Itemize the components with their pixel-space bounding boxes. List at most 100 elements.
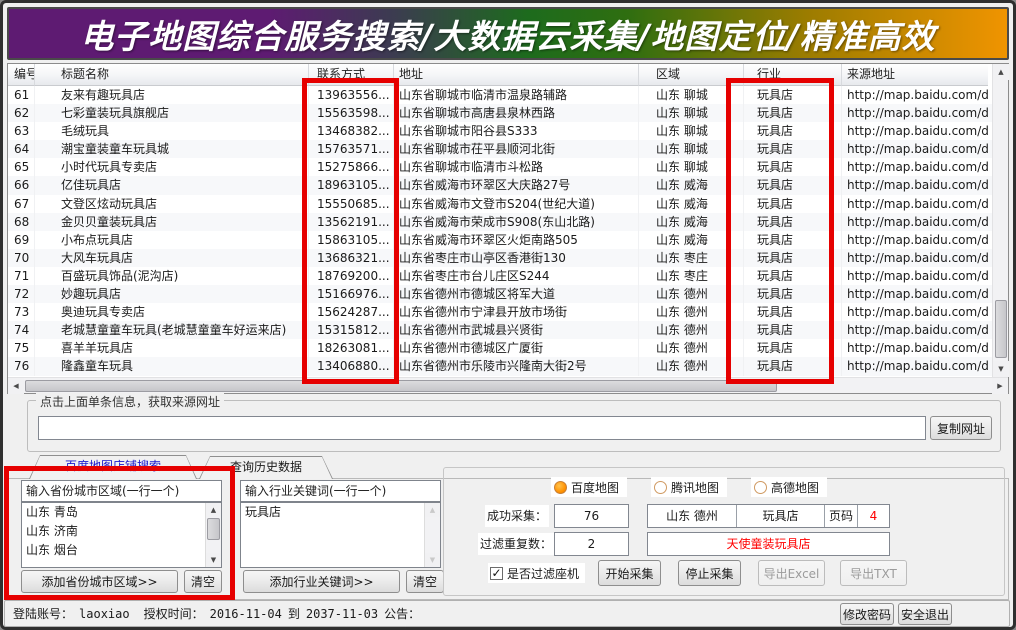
table-header: 编号标题名称联系方式地址区域行业来源地址: [8, 64, 992, 86]
table-cell: 文登区炫动玩具店: [35, 195, 309, 213]
table-cell: 山东省威海市荣成市S908(东山北路): [394, 213, 639, 231]
app-title: 电子地图综合服务搜索/大数据云采集/地图定位/精准高效: [80, 10, 935, 58]
map-option-1[interactable]: 腾讯地图: [651, 477, 727, 497]
table-cell: http://map.baidu.com/de: [842, 249, 988, 267]
notice-label: 公告：: [384, 605, 420, 622]
auth-label: 授权时间：: [144, 605, 204, 622]
tab-baidu-shop-search[interactable]: 百度地图店铺搜索: [29, 455, 197, 479]
clear-keyword-button[interactable]: 清空: [406, 570, 444, 593]
results-table: 编号标题名称联系方式地址区域行业来源地址 61友来有趣玩具店13963556..…: [7, 63, 1009, 394]
table-cell: http://map.baidu.com/de: [842, 303, 988, 321]
add-region-button[interactable]: 添加省份城市区域>>: [21, 570, 178, 593]
table-row[interactable]: 63毛绒玩具13468382...山东省聊城市阳谷县S333山东 聊城玩具店ht…: [8, 122, 992, 140]
radio-unselected-icon: [654, 481, 667, 494]
table-row[interactable]: 65小时代玩具专卖店15275866...山东省聊城市临清市斗松路山东 聊城玩具…: [8, 158, 992, 176]
table-cell: 潮宝童装童车玩具城: [35, 140, 309, 158]
table-cell: 18769200...: [309, 267, 394, 285]
start-collect-button[interactable]: 开始采集: [598, 560, 661, 586]
add-keyword-button[interactable]: 添加行业关键词>>: [243, 570, 400, 593]
tab-query-history[interactable]: 查询历史数据: [199, 456, 333, 479]
table-row[interactable]: 67文登区炫动玩具店15550685...山东省威海市文登市S204(世纪大道)…: [8, 195, 992, 213]
table-cell: 玩具店: [744, 213, 842, 231]
table-row[interactable]: 71百盛玩具饰品(泥沟店)18769200...山东省枣庄市台儿庄区S244山东…: [8, 267, 992, 285]
collected-label: 成功采集：: [485, 505, 549, 527]
table-row[interactable]: 72妙趣玩具店15166976...山东省德州市德城区将军大道山东 德州玩具店h…: [8, 285, 992, 303]
scroll-down-icon[interactable]: ▼: [993, 361, 1009, 377]
scroll-up-icon[interactable]: ▲: [993, 64, 1009, 80]
radio-label: 百度地图: [571, 479, 619, 496]
table-row[interactable]: 69小布点玩具店15863105...山东省威海市环翠区火炬南路505山东 威海…: [8, 231, 992, 249]
table-cell: http://map.baidu.com/de: [842, 357, 988, 375]
table-row[interactable]: 68金贝贝童装玩具店13562191...山东省威海市荣成市S908(东山北路)…: [8, 213, 992, 231]
scroll-right-icon[interactable]: ▶: [992, 378, 1008, 394]
region-header-input[interactable]: 输入省份城市区域(一行一个): [21, 480, 222, 502]
table-cell: 山东省聊城市阳谷县S333: [394, 122, 639, 140]
table-cell: 玩具店: [744, 176, 842, 194]
table-cell: 山东省聊城市高唐县泉林西路: [394, 104, 639, 122]
map-option-2[interactable]: 高德地图: [751, 477, 827, 497]
copy-url-button[interactable]: 复制网址: [930, 416, 992, 440]
table-cell: 山东省枣庄市台儿庄区S244: [394, 267, 639, 285]
table-cell: 玩具店: [744, 104, 842, 122]
app-window: 电子地图综合服务搜索/大数据云采集/地图定位/精准高效 编号标题名称联系方式地址…: [0, 0, 1016, 630]
column-header[interactable]: 地址: [394, 64, 639, 86]
change-password-button[interactable]: 修改密码: [840, 603, 894, 625]
table-body: 61友来有趣玩具店13963556...山东省聊城市临清市温泉路辅路山东 聊城玩…: [8, 86, 992, 377]
table-cell: 15315812...: [309, 321, 394, 339]
column-header[interactable]: 区域: [639, 64, 744, 86]
table-cell: 玩具店: [744, 303, 842, 321]
table-cell: 山东 德州: [639, 285, 744, 303]
table-row[interactable]: 64潮宝童装童车玩具城15763571...山东省聊城市茌平县顺河北街山东 聊城…: [8, 140, 992, 158]
table-cell: 喜羊羊玩具店: [35, 339, 309, 357]
region-list-textarea[interactable]: 山东 青岛山东 济南山东 烟台 ▲ ▼: [21, 502, 222, 568]
column-header[interactable]: 标题名称: [35, 64, 309, 86]
table-cell: 15863105...: [309, 231, 394, 249]
keyword-header-text: 输入行业关键词(一行一个): [241, 481, 440, 501]
table-cell: http://map.baidu.com/de: [842, 176, 988, 194]
logout-button[interactable]: 安全退出: [898, 603, 952, 625]
table-cell: http://map.baidu.com/de: [842, 195, 988, 213]
map-option-0[interactable]: 百度地图: [551, 477, 627, 497]
column-header[interactable]: 来源地址: [842, 64, 988, 86]
table-vertical-scrollbar: ▲ ▼: [992, 64, 1008, 377]
table-cell: 74: [8, 321, 35, 339]
tab-label: 查询历史数据: [199, 456, 333, 479]
table-row[interactable]: 75喜羊羊玩具店18263081...山东省德州市德城区广厦街山东 德州玩具店h…: [8, 339, 992, 357]
table-cell: 15624287...: [309, 303, 394, 321]
table-cell: 山东省德州市武城县兴贤街: [394, 321, 639, 339]
keyword-list-textarea[interactable]: 玩具店 ▲ ▼: [240, 502, 441, 568]
scroll-up-icon[interactable]: ▲: [206, 503, 221, 517]
keyword-header-input[interactable]: 输入行业关键词(一行一个): [240, 480, 441, 502]
table-cell: 13963556...: [309, 86, 394, 104]
table-cell: 山东省威海市文登市S204(世纪大道): [394, 195, 639, 213]
table-row[interactable]: 70大风车玩具店13686321...山东省枣庄市山亭区香港街130山东 枣庄玩…: [8, 249, 992, 267]
table-row[interactable]: 66亿佳玩具店18963105...山东省威海市环翠区大庆路27号山东 威海玩具…: [8, 176, 992, 194]
title-banner: 电子地图综合服务搜索/大数据云采集/地图定位/精准高效: [7, 7, 1009, 60]
list-item: 山东 烟台: [22, 541, 221, 560]
table-row[interactable]: 61友来有趣玩具店13963556...山东省聊城市临清市温泉路辅路山东 聊城玩…: [8, 86, 992, 104]
region-scroll-thumb[interactable]: [207, 518, 220, 540]
keyword-list-lines: 玩具店: [241, 503, 440, 522]
table-cell: 75: [8, 339, 35, 357]
table-cell: http://map.baidu.com/de: [842, 321, 988, 339]
stop-collect-button[interactable]: 停止采集: [678, 560, 741, 586]
vertical-scroll-thumb[interactable]: [995, 300, 1007, 358]
list-item: 山东 青岛: [22, 503, 221, 522]
table-row[interactable]: 62七彩童装玩具旗舰店15563598...山东省聊城市高唐县泉林西路山东 聊城…: [8, 104, 992, 122]
source-url-input[interactable]: [38, 416, 926, 440]
column-header[interactable]: 编号: [8, 64, 35, 86]
table-cell: http://map.baidu.com/de: [842, 122, 988, 140]
table-cell: 15563598...: [309, 104, 394, 122]
horizontal-scroll-thumb[interactable]: [25, 380, 777, 392]
scroll-left-icon[interactable]: ◀: [8, 378, 24, 394]
table-row[interactable]: 74老城慧童童车玩具(老城慧童童车好运来店)15315812...山东省德州市武…: [8, 321, 992, 339]
table-cell: 18963105...: [309, 176, 394, 194]
column-header[interactable]: 联系方式: [309, 64, 394, 86]
table-row[interactable]: 73奥迪玩具专卖店15624287...山东省德州市宁津县开放市场街山东 德州玩…: [8, 303, 992, 321]
scroll-down-icon[interactable]: ▼: [206, 553, 221, 567]
clear-region-button[interactable]: 清空: [184, 570, 222, 593]
status-bar: 登陆账号： laoxiao 授权时间： 2016-11-04 到 2037-11…: [4, 600, 1010, 627]
column-header[interactable]: 行业: [744, 64, 842, 86]
table-row[interactable]: 76隆鑫童车玩具13406880...山东省德州市乐陵市兴隆南大街2号山东 德州…: [8, 357, 992, 375]
filter-landline-checkbox[interactable]: ✓ 是否过滤座机: [488, 563, 585, 583]
